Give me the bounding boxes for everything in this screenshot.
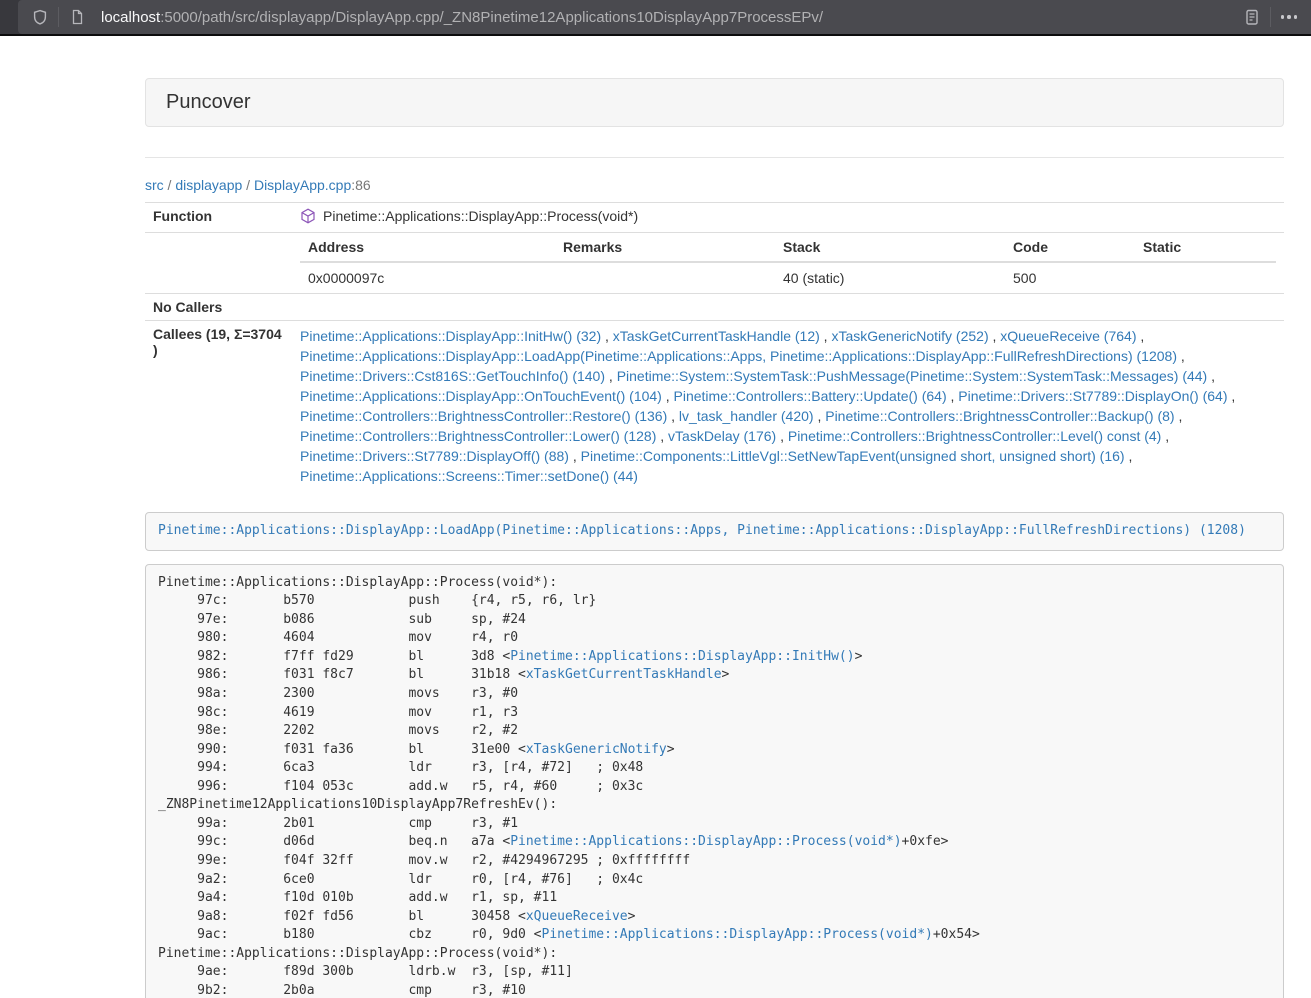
callee-link[interactable]: Pinetime::Applications::DisplayApp::Init… [300, 328, 601, 344]
callee-link[interactable]: Pinetime::Applications::DisplayApp::OnTo… [300, 388, 662, 404]
toolbar-separator [1270, 7, 1271, 27]
callee-link[interactable]: Pinetime::System::SystemTask::PushMessag… [617, 368, 1208, 384]
callee-link[interactable]: Pinetime::Components::LittleVgl::SetNewT… [581, 448, 1125, 464]
breadcrumb-link[interactable]: DisplayApp.cpp [254, 177, 351, 193]
address-value: 0x0000097c [300, 262, 555, 293]
disassembly-symbol-link[interactable]: xTaskGetCurrentTaskHandle [526, 667, 722, 682]
callee-separator: , [776, 428, 788, 444]
browser-toolbar: localhost:5000/path/src/displayapp/Displ… [0, 0, 1311, 36]
function-label: Function [145, 203, 292, 233]
callee-separator: , [1207, 368, 1215, 384]
callee-link[interactable]: Pinetime::Applications::Screens::Timer::… [300, 468, 638, 484]
callee-separator: , [667, 408, 679, 424]
breadcrumb-separator: / [242, 177, 254, 193]
callee-link[interactable]: Pinetime::Controllers::BrightnessControl… [825, 408, 1174, 424]
callee-separator: , [820, 328, 832, 344]
disassembly-symbol-link[interactable]: xTaskGenericNotify [526, 742, 667, 757]
function-row: Function Pinetime::Applications::Display… [145, 203, 1284, 233]
stack-value: 40 (static) [775, 262, 1005, 293]
callees-label: Callees (19, Σ=3704 ) [145, 321, 292, 492]
reader-mode-icon[interactable] [1238, 4, 1266, 30]
callee-link[interactable]: xQueueReceive (764) [1000, 328, 1136, 344]
toolbar-separator [58, 7, 59, 27]
breadcrumb-separator: / [164, 177, 176, 193]
callee-separator: , [1125, 448, 1133, 464]
callee-link[interactable]: Pinetime::Controllers::Battery::Update()… [674, 388, 947, 404]
callee-link[interactable]: Pinetime::Drivers::Cst816S::GetTouchInfo… [300, 368, 605, 384]
callee-separator: , [1177, 348, 1185, 364]
callees-list: Pinetime::Applications::DisplayApp::Init… [292, 321, 1284, 492]
disassembly-symbol-link[interactable]: xQueueReceive [526, 909, 628, 924]
callee-separator: , [1175, 408, 1183, 424]
callee-link[interactable]: Pinetime::Controllers::BrightnessControl… [300, 408, 667, 424]
remarks-value [555, 262, 775, 293]
callee-separator: , [601, 328, 613, 344]
column-header-static: Static [1135, 233, 1276, 262]
callee-link[interactable]: vTaskDelay (176) [668, 428, 776, 444]
url-path: :5000/path/src/displayapp/DisplayApp.cpp… [160, 9, 823, 26]
function-signature: Pinetime::Applications::DisplayApp::Proc… [323, 208, 638, 224]
disassembly-symbol-link[interactable]: Pinetime::Applications::DisplayApp::Proc… [510, 834, 901, 849]
callee-link[interactable]: xTaskGetCurrentTaskHandle (12) [613, 328, 820, 344]
callee-link[interactable]: lv_task_handler (420) [679, 408, 814, 424]
callee-separator: , [605, 368, 617, 384]
callee-link[interactable]: Pinetime::Drivers::St7789::DisplayOn() (… [958, 388, 1227, 404]
page-title: Puncover [166, 91, 251, 113]
url-text[interactable]: localhost:5000/path/src/displayapp/Displ… [101, 9, 1238, 26]
disassembly-listing: Pinetime::Applications::DisplayApp::Proc… [145, 564, 1284, 998]
callee-separator: , [662, 388, 674, 404]
column-header-code: Code [1005, 233, 1135, 262]
metrics-row: Address Remarks Stack Code Static 0x0000… [145, 233, 1284, 294]
metrics-value-row: 0x0000097c 40 (static) 500 [300, 262, 1276, 293]
page-content: Puncover src / displayapp / DisplayApp.c… [145, 78, 1284, 998]
page-icon[interactable] [63, 4, 91, 30]
callee-separator: , [569, 448, 581, 464]
function-detail-table: Function Pinetime::Applications::Display… [145, 202, 1284, 491]
breadcrumb: src / displayapp / DisplayApp.cpp:86 [145, 177, 1284, 193]
callee-separator: , [1228, 388, 1236, 404]
cube-icon [300, 208, 316, 227]
app-title-panel: Puncover [145, 78, 1284, 127]
callee-separator: , [656, 428, 668, 444]
shield-icon[interactable] [26, 4, 54, 30]
url-host: localhost [101, 9, 160, 26]
callees-row: Callees (19, Σ=3704 ) Pinetime::Applicat… [145, 321, 1284, 492]
callee-separator: , [989, 328, 1001, 344]
highlighted-callee-link[interactable]: Pinetime::Applications::DisplayApp::Load… [158, 523, 1246, 538]
callers-row: No Callers [145, 294, 1284, 321]
callee-link[interactable]: Pinetime::Controllers::BrightnessControl… [788, 428, 1161, 444]
breadcrumb-line-number: :86 [351, 177, 370, 193]
breadcrumb-link[interactable]: src [145, 177, 164, 193]
callee-separator: , [814, 408, 826, 424]
more-icon[interactable] [1275, 4, 1303, 30]
callee-separator: , [1136, 328, 1144, 344]
column-header-remarks: Remarks [555, 233, 775, 262]
column-header-address: Address [300, 233, 555, 262]
highlighted-callee-box: Pinetime::Applications::DisplayApp::Load… [145, 512, 1284, 551]
code-size-value: 500 [1005, 262, 1135, 293]
disassembly-symbol-link[interactable]: Pinetime::Applications::DisplayApp::Init… [510, 649, 854, 664]
column-header-stack: Stack [775, 233, 1005, 262]
divider [145, 157, 1284, 158]
url-bar[interactable]: localhost:5000/path/src/displayapp/Displ… [18, 0, 1311, 34]
static-value [1135, 262, 1276, 293]
callee-link[interactable]: Pinetime::Drivers::St7789::DisplayOff() … [300, 448, 569, 464]
callers-label: No Callers [145, 294, 292, 321]
disassembly-symbol-link[interactable]: Pinetime::Applications::DisplayApp::Proc… [542, 927, 933, 942]
callee-link[interactable]: xTaskGenericNotify (252) [831, 328, 988, 344]
breadcrumb-link[interactable]: displayapp [175, 177, 242, 193]
callee-separator: , [1161, 428, 1169, 444]
callee-link[interactable]: Pinetime::Controllers::BrightnessControl… [300, 428, 656, 444]
callee-separator: , [947, 388, 959, 404]
metrics-table: Address Remarks Stack Code Static 0x0000… [300, 233, 1276, 293]
callee-link[interactable]: Pinetime::Applications::DisplayApp::Load… [300, 348, 1177, 364]
